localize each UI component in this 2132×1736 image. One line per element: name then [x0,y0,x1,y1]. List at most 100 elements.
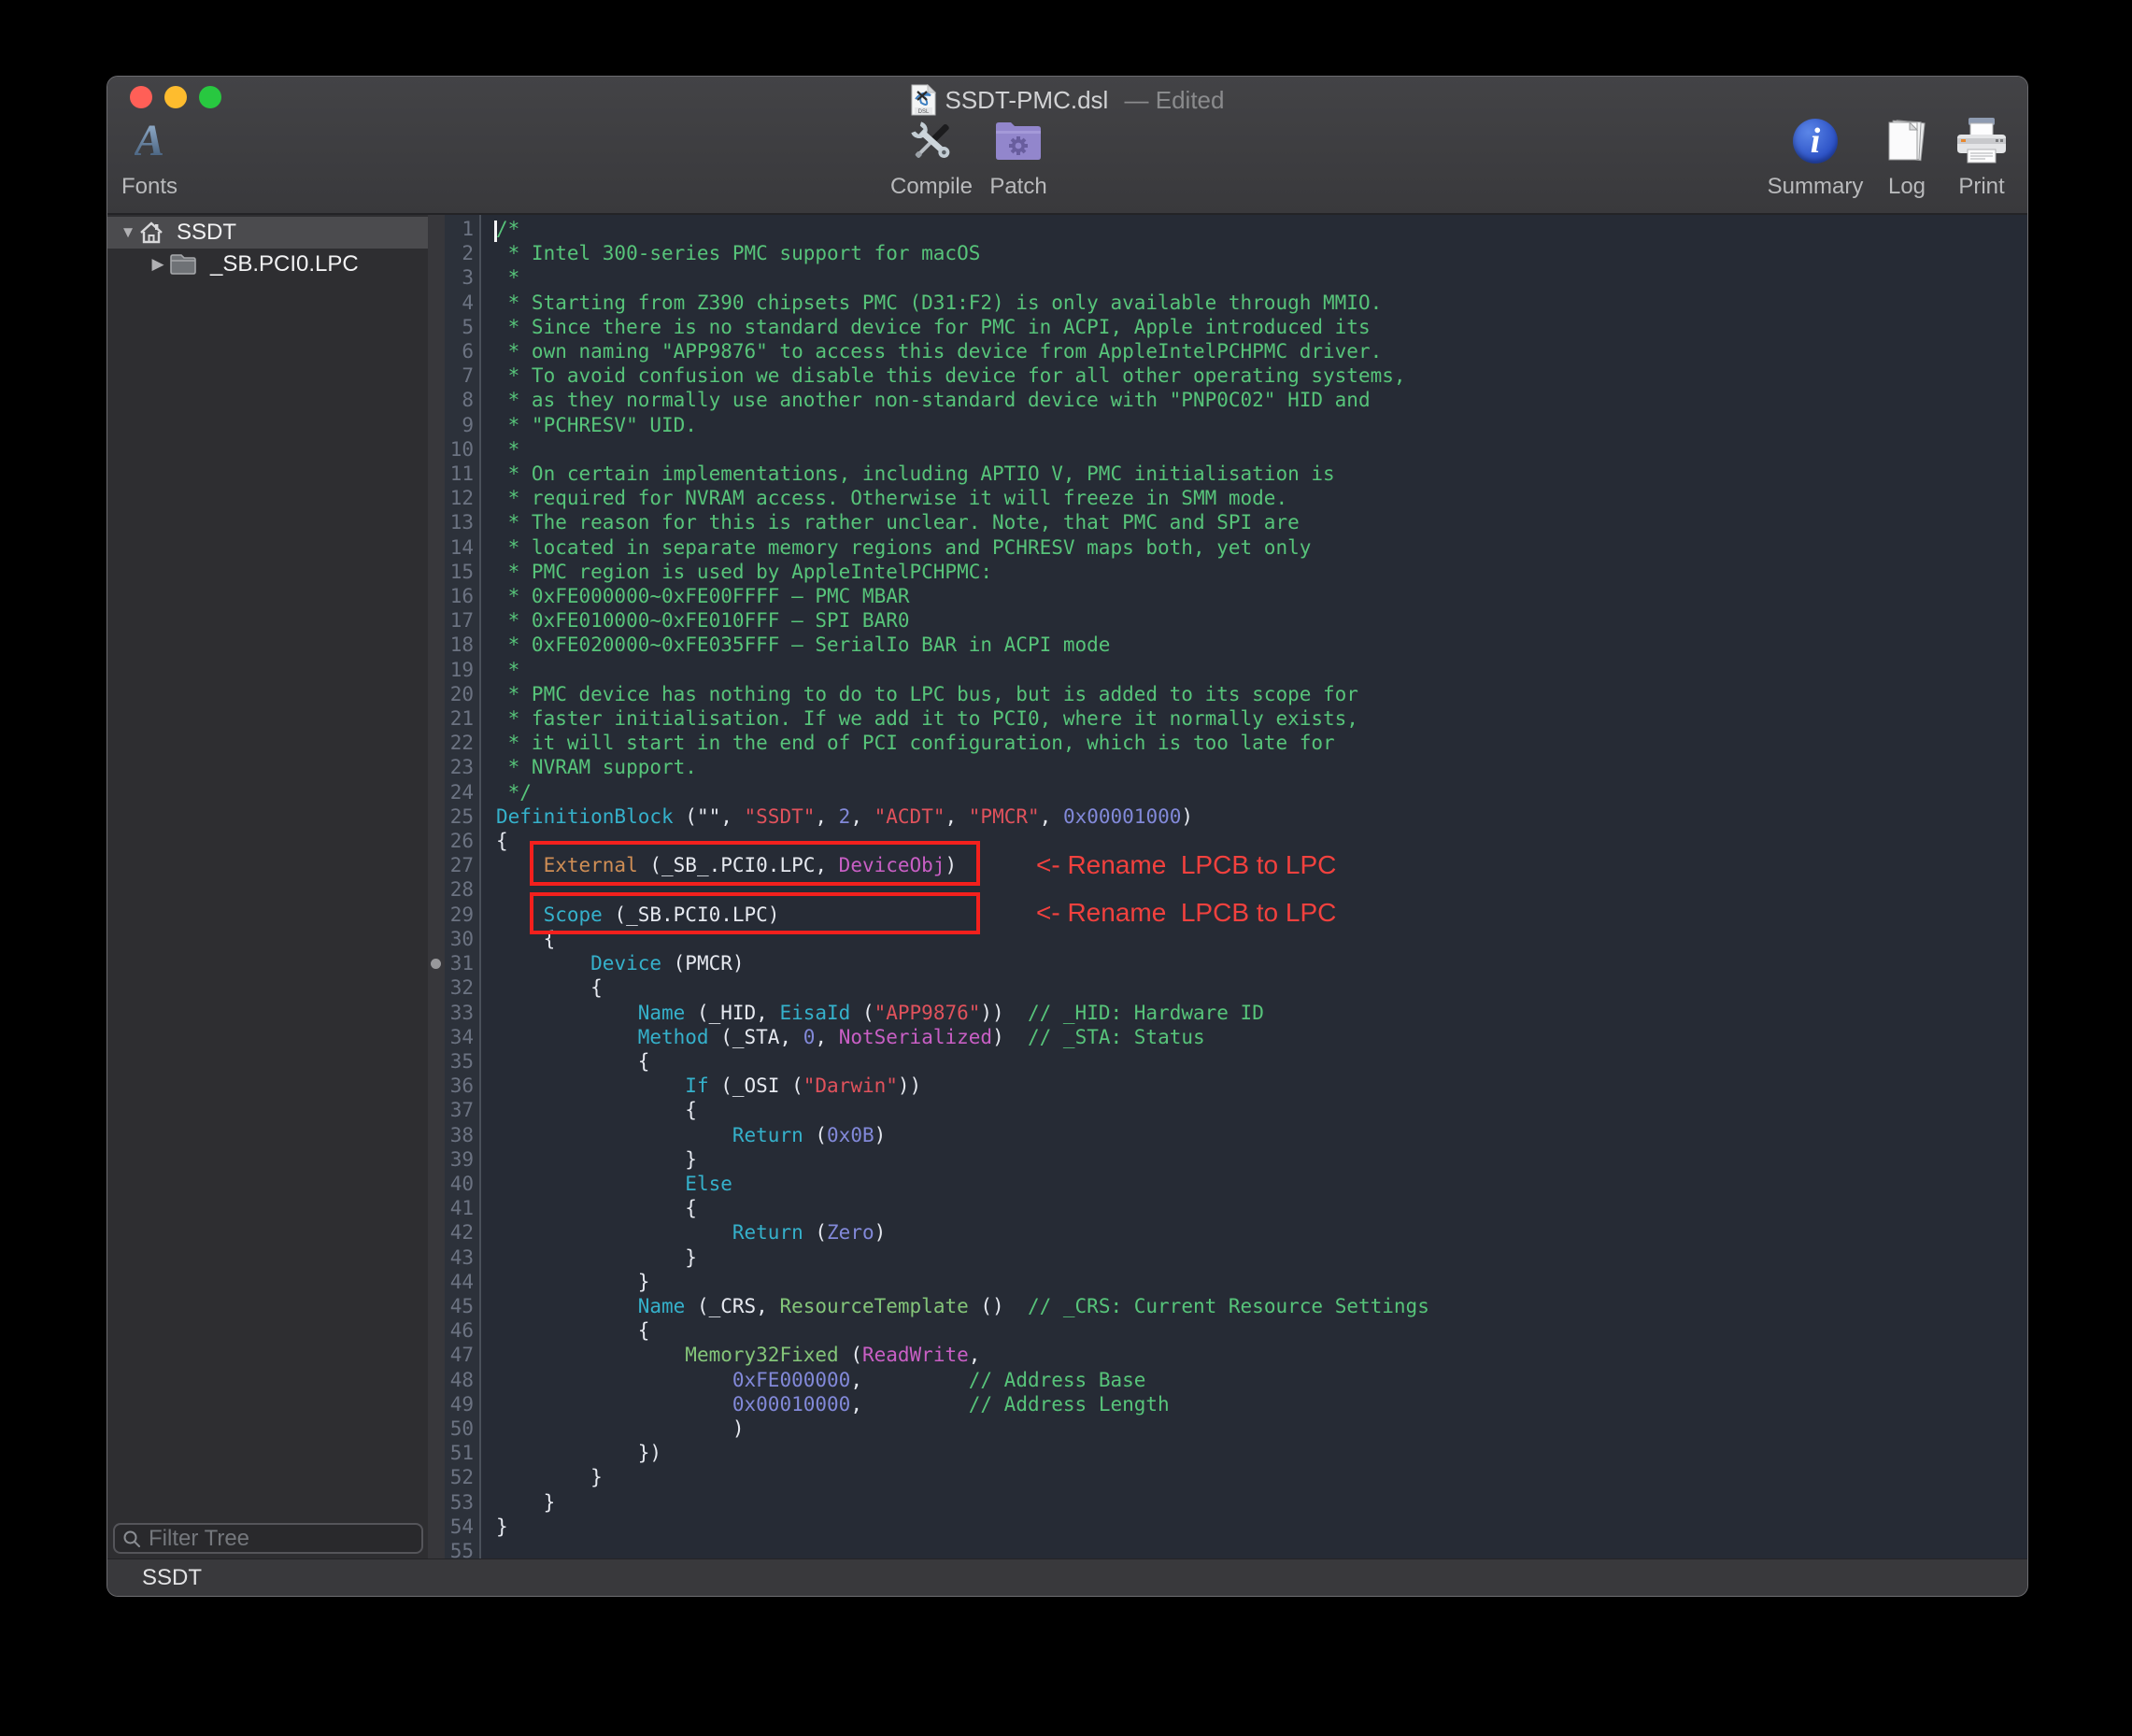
line-number: 47 [445,1343,474,1367]
code-line: Return (0x0B) [496,1123,2027,1147]
window-title-edited-suffix: — Edited [1117,86,1224,115]
compile-tools-icon [905,116,958,166]
line-number: 11 [445,462,474,486]
line-number: 13 [445,510,474,534]
line-number: 12 [445,486,474,510]
code-line: * [496,437,2027,462]
code-line: * located in separate memory regions and… [496,535,2027,560]
code-line: } [496,1245,2027,1270]
window-title-area: DSL SSDT-PMC.dsl — Edited [107,84,2027,116]
code-line: * [496,265,2027,290]
text-cursor [494,221,497,242]
window-title: SSDT-PMC.dsl [945,86,1109,115]
patch-label: Patch [989,174,1046,200]
code-line: Else [496,1172,2027,1196]
code-line: * "PCHRESV" UID. [496,413,2027,437]
line-number: 48 [445,1368,474,1392]
code-line: */ [496,780,2027,804]
patch-folder-icon [992,116,1045,166]
gutter-marker-strip [428,215,445,1558]
code-line: * PMC device has nothing to do to LPC bu… [496,682,2027,706]
chevron-down-icon[interactable]: ▼ [117,223,139,242]
filter-tree-field[interactable] [113,1523,423,1554]
code-line: Method (_STA, 0, NotSerialized) // _STA:… [496,1025,2027,1049]
line-number: 51 [445,1441,474,1465]
line-number: 50 [445,1416,474,1441]
line-number: 41 [445,1196,474,1220]
chevron-right-icon[interactable]: ▶ [147,255,169,274]
code-line: * Intel 300-series PMC support for macOS [496,241,2027,265]
code-line: * The reason for this is rather unclear.… [496,510,2027,534]
sidebar-item-sb-pci0-lpc[interactable]: ▶ _SB.PCI0.LPC [107,249,428,280]
dsl-document-icon: DSL [911,84,936,116]
line-number: 30 [445,927,474,951]
code-line: Return (Zero) [496,1220,2027,1245]
code-line: * On certain implementations, including … [496,462,2027,486]
line-number: 38 [445,1123,474,1147]
print-label: Print [1958,174,2004,200]
sidebar-item-ssdt[interactable]: ▼ SSDT [107,217,428,249]
code-line: { [496,1049,2027,1074]
line-number: 31 [445,951,474,975]
line-number: 15 [445,560,474,584]
code-line: } [496,1465,2027,1489]
code-line: } [496,1147,2027,1172]
code-line: DefinitionBlock ("", "SSDT", 2, "ACDT", … [496,804,2027,829]
line-number: 33 [445,1001,474,1025]
line-number: 44 [445,1270,474,1294]
line-number: 3 [445,265,474,290]
line-number: 1 [445,217,474,241]
fonts-icon: A [135,116,164,166]
line-number: 21 [445,706,474,731]
line-number: 49 [445,1392,474,1416]
code-line: * PMC region is used by AppleIntelPCHPMC… [496,560,2027,584]
fonts-button[interactable]: A Fonts [107,116,215,200]
filter-tree-input[interactable] [149,1526,414,1552]
code-editor[interactable]: /* * Intel 300-series PMC support for ma… [481,215,2027,1558]
line-number: 29 [445,903,474,927]
code-line: { [496,975,2027,1000]
line-number: 43 [445,1245,474,1270]
code-line: * own naming "APP9876" to access this de… [496,339,2027,363]
line-number: 28 [445,877,474,902]
code-line: * as they normally use another non-stand… [496,388,2027,412]
print-button[interactable]: Print [1916,116,2027,200]
rename-annotation-2: <- Rename LPCB to LPC [1036,898,1336,928]
code-line: } [496,1515,2027,1539]
line-number: 36 [445,1074,474,1098]
code-line: * faster initialisation. If we add it to… [496,706,2027,731]
line-number: 46 [445,1318,474,1343]
code-line: * NVRAM support. [496,755,2027,779]
code-line: }) [496,1441,2027,1465]
line-number: 14 [445,535,474,560]
search-icon [122,1530,141,1548]
line-number: 42 [445,1220,474,1245]
line-number: 22 [445,731,474,755]
patch-button[interactable]: Patch [953,116,1084,200]
print-printer-icon [1955,116,2008,166]
line-number: 45 [445,1294,474,1318]
line-number: 4 [445,291,474,315]
highlight-box-external [530,841,980,886]
code-line: 0xFE000000, // Address Base [496,1368,2027,1392]
line-number: 9 [445,413,474,437]
code-line: { [496,1098,2027,1122]
line-number: 19 [445,658,474,682]
code-line: If (_OSI ("Darwin")) [496,1074,2027,1098]
code-line: ) [496,1416,2027,1441]
status-bar: SSDT [107,1558,2027,1596]
code-line: * To avoid confusion we disable this dev… [496,363,2027,388]
code-line: * Starting from Z390 chipsets PMC (D31:F… [496,291,2027,315]
highlight-box-scope [530,892,980,934]
code-line: * 0xFE020000~0xFE035FFF – SerialIo BAR i… [496,633,2027,657]
code-line: /* [496,217,2027,241]
line-number: 52 [445,1465,474,1489]
line-number: 16 [445,584,474,608]
home-icon [139,221,163,244]
folder-icon [169,253,197,276]
line-number: 34 [445,1025,474,1049]
code-line: } [496,1490,2027,1515]
line-number-gutter: 1234567891011121314151617181920212223242… [445,215,479,1558]
line-number: 10 [445,437,474,462]
title-bar: DSL SSDT-PMC.dsl — Edited A Fonts [107,77,2027,215]
